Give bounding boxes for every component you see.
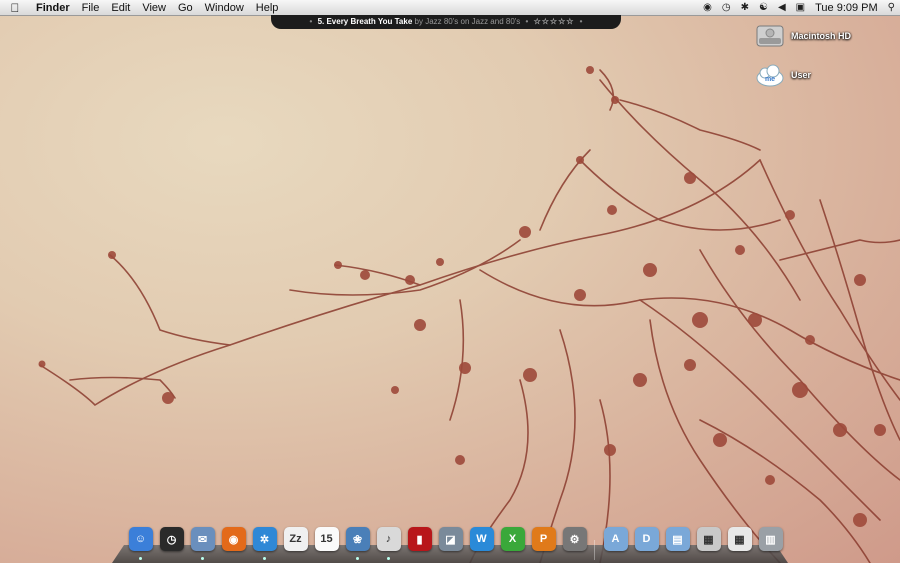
menu-file[interactable]: File — [76, 0, 106, 16]
menu-clock[interactable]: Tue 9:09 PM — [810, 2, 883, 14]
iphoto-icon: ❀ — [345, 527, 370, 551]
running-indicator — [201, 557, 204, 560]
dock-dashboard[interactable]: ◷ — [157, 524, 186, 554]
now-playing-track: 5. Every Breath You Take — [317, 17, 413, 26]
battery-icon[interactable]: ▣ — [791, 2, 810, 13]
preview-icon: ◪ — [438, 527, 463, 551]
dock-downloads-stack[interactable]: ▦ — [694, 524, 723, 554]
menu-go[interactable]: Go — [172, 0, 199, 16]
screenshots-stack-icon: ▦ — [727, 527, 752, 551]
trash-icon: ▥ — [758, 527, 783, 551]
dock-separator[interactable] — [591, 524, 599, 560]
running-indicator — [387, 557, 390, 560]
desktop-icon-label: User — [791, 70, 812, 80]
rating-stars[interactable]: ☆☆☆☆☆ — [534, 17, 575, 26]
dock-excel[interactable]: X — [498, 524, 527, 554]
dock-downloads-folder[interactable]: ▤ — [663, 524, 692, 554]
volume-icon[interactable]: ◀ — [773, 2, 791, 13]
dock-preview[interactable]: ◪ — [436, 524, 465, 554]
dock: ☺ ◷ ✉ ◉ ✲ Zz 15 ❀ ♪ ▮ ◪ W X P ⚙ A D ▤ ▦ ▦ ▥ — [112, 524, 788, 563]
ical-icon: 15 — [314, 527, 339, 551]
dashboard-icon: ◷ — [159, 527, 184, 551]
running-indicator — [139, 557, 142, 560]
downloads-folder-icon: ▤ — [665, 527, 690, 551]
now-playing-artist: by Jazz 80's on Jazz and 80's — [414, 17, 521, 26]
hard-drive-icon — [756, 25, 784, 47]
dock-ical[interactable]: 15 — [312, 524, 341, 554]
dock-mail[interactable]: ✉ — [188, 524, 217, 560]
dock-adium[interactable]: Zz — [281, 524, 310, 554]
dock-trash[interactable]: ▥ — [756, 524, 785, 554]
applications-folder-icon: A — [603, 527, 628, 551]
script-icon[interactable]: ◉ — [698, 2, 717, 13]
now-playing-dot-mid: • — [525, 17, 529, 26]
dock-applications-folder[interactable]: A — [601, 524, 630, 554]
menu-window[interactable]: Window — [199, 0, 250, 16]
dock-itunes[interactable]: ♪ — [374, 524, 403, 560]
now-playing-bar[interactable]: • 5. Every Breath You Take by Jazz 80's … — [271, 15, 621, 29]
finder-icon: ☺ — [128, 527, 153, 551]
safari-icon: ✲ — [252, 527, 277, 551]
dock-finder[interactable]: ☺ — [126, 524, 155, 560]
menu-edit[interactable]: Edit — [105, 0, 136, 16]
time-machine-icon[interactable]: ◷ — [717, 2, 736, 13]
desktop-icon-label: Macintosh HD — [791, 31, 852, 41]
dock-firefox[interactable]: ◉ — [219, 524, 248, 554]
now-playing-dot-right: • — [579, 17, 583, 26]
spotlight-icon[interactable]: ⚲ — [883, 2, 900, 13]
apple-logo-icon[interactable]:  — [0, 1, 30, 15]
menu-view[interactable]: View — [136, 0, 172, 16]
excel-icon: X — [500, 527, 525, 551]
dock-screenshots-stack[interactable]: ▦ — [725, 524, 754, 554]
mail-icon: ✉ — [190, 527, 215, 551]
desktop-icon-macintosh-hd[interactable]: Macintosh HD — [755, 22, 875, 50]
dock-documents-folder[interactable]: D — [632, 524, 661, 554]
menu-bar:  Finder File Edit View Go Window Help ◉… — [0, 0, 900, 16]
svg-text:me: me — [765, 76, 775, 83]
status-menus: ◉ ◷ ✱ ☯ ◀ ▣ Tue 9:09 PM ⚲ — [698, 0, 900, 16]
dock-iphoto[interactable]: ❀ — [343, 524, 372, 560]
photo-booth-icon: ▮ — [407, 527, 432, 551]
documents-folder-icon: D — [634, 527, 659, 551]
downloads-stack-icon: ▦ — [696, 527, 721, 551]
mobileme-cloud-icon: me — [756, 64, 784, 87]
now-playing-dot-left: • — [309, 17, 313, 26]
itunes-icon: ♪ — [376, 527, 401, 551]
firefox-icon: ◉ — [221, 527, 246, 551]
dock-safari[interactable]: ✲ — [250, 524, 279, 560]
bluetooth-icon[interactable]: ✱ — [736, 2, 754, 13]
running-indicator — [356, 557, 359, 560]
word-icon: W — [469, 527, 494, 551]
dock-system-preferences[interactable]: ⚙ — [560, 524, 589, 554]
dock-word[interactable]: W — [467, 524, 496, 554]
system-preferences-icon: ⚙ — [562, 527, 587, 551]
powerpoint-icon: P — [531, 527, 556, 551]
menu-help[interactable]: Help — [250, 0, 285, 16]
dock-photo-booth[interactable]: ▮ — [405, 524, 434, 554]
wifi-icon[interactable]: ☯ — [754, 2, 773, 13]
desktop-icon-user[interactable]: me User — [755, 61, 875, 89]
dock-powerpoint[interactable]: P — [529, 524, 558, 554]
menu-finder[interactable]: Finder — [30, 0, 76, 16]
running-indicator — [263, 557, 266, 560]
adium-icon: Zz — [283, 527, 308, 551]
dock-items: ☺ ◷ ✉ ◉ ✲ Zz 15 ❀ ♪ ▮ ◪ W X P ⚙ A D ▤ ▦ ▦ ▥ — [126, 524, 785, 560]
